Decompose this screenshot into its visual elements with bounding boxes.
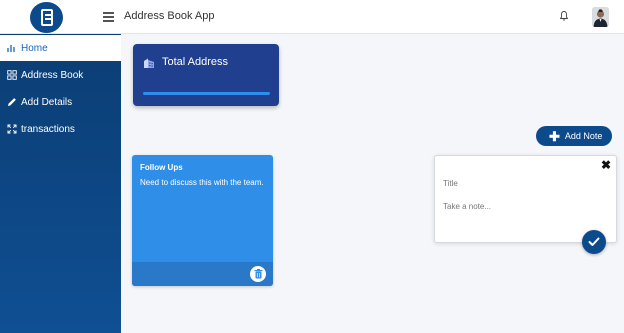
- user-avatar[interactable]: [592, 7, 609, 27]
- top-header: Address Book App: [0, 0, 624, 34]
- grid-icon: [7, 70, 17, 80]
- add-note-button[interactable]: ✚ Add Note: [536, 126, 612, 146]
- delete-note-button[interactable]: [250, 266, 266, 282]
- close-icon[interactable]: ✖: [601, 158, 611, 172]
- check-icon: [588, 237, 600, 246]
- total-address-bar: [143, 92, 270, 95]
- trash-icon: [254, 269, 262, 279]
- sidebar-item-address-book[interactable]: Address Book: [0, 62, 121, 88]
- note-card-title: Follow Ups: [140, 163, 183, 172]
- note-card[interactable]: Follow Ups Need to discuss this with the…: [132, 155, 273, 286]
- total-address-title: Total Address: [162, 56, 229, 68]
- add-note-label: Add Note: [564, 131, 603, 141]
- building-icon: [144, 58, 154, 68]
- sidebar-item-label: Address Book: [21, 69, 84, 81]
- expand-icon: [7, 124, 17, 134]
- sidebar-item-transactions[interactable]: transactions: [0, 116, 121, 142]
- menu-icon[interactable]: [103, 12, 114, 22]
- address-book-icon: [40, 9, 53, 26]
- note-card-footer: [132, 262, 273, 286]
- total-address-card[interactable]: Total Address: [133, 44, 279, 106]
- sidebar-item-label: transactions: [21, 123, 75, 135]
- note-card-text: Need to discuss this with the team.: [140, 178, 264, 187]
- sidebar: Home Address Book Add Details transactio…: [0, 34, 121, 333]
- bar-chart-icon: [7, 45, 15, 52]
- app-logo[interactable]: [30, 2, 63, 33]
- save-note-button[interactable]: [582, 230, 606, 254]
- sidebar-item-home[interactable]: Home: [0, 35, 121, 61]
- sidebar-item-add-details[interactable]: Add Details: [0, 89, 121, 115]
- pencil-icon: [8, 98, 16, 106]
- plus-icon: ✚: [549, 128, 560, 144]
- app-title: Address Book App: [124, 10, 215, 22]
- sidebar-item-label: Home: [21, 42, 48, 54]
- notification-bell-icon[interactable]: [560, 11, 568, 21]
- note-title-input[interactable]: [443, 179, 603, 188]
- note-body-input[interactable]: [443, 202, 603, 211]
- sidebar-item-label: Add Details: [21, 96, 73, 108]
